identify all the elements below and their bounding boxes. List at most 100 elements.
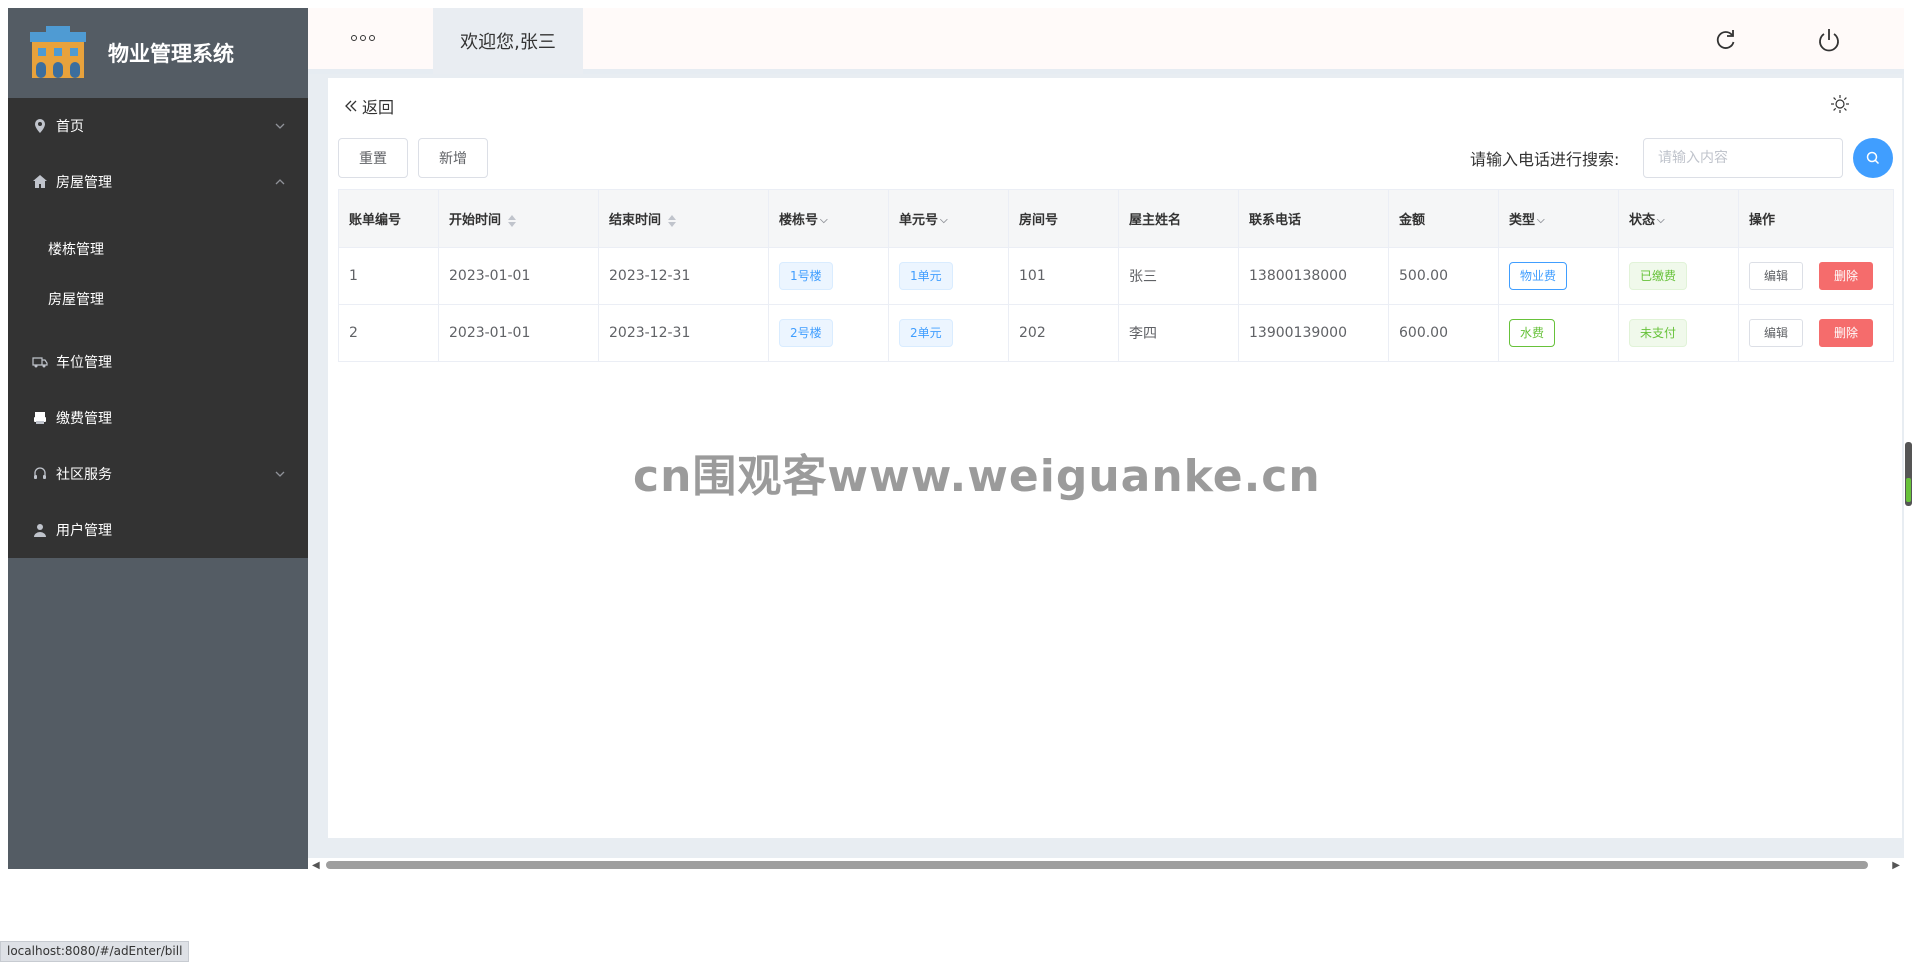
filter-chevron-icon[interactable]: ⌵ bbox=[940, 215, 948, 226]
cell-status: 未支付 bbox=[1618, 304, 1739, 362]
cell-amount: 600.00 bbox=[1388, 304, 1499, 362]
status-badge: 未支付 bbox=[1629, 319, 1688, 347]
col-phone: 联系电话 bbox=[1238, 189, 1389, 248]
edit-button[interactable]: 编辑 bbox=[1749, 319, 1804, 347]
sidebar-item-label: 车位管理 bbox=[56, 355, 112, 371]
reset-button[interactable]: 重置 bbox=[338, 138, 408, 178]
sidebar-item-payment[interactable]: 缴费管理 bbox=[8, 390, 308, 446]
unit-tag: 1单元 bbox=[899, 262, 953, 290]
watermark: cn围观客www.weiguanke.cn bbox=[633, 451, 1321, 502]
scroll-left-arrow-icon[interactable]: ◀ bbox=[312, 860, 320, 871]
filter-chevron-icon[interactable]: ⌵ bbox=[820, 215, 828, 226]
col-unit[interactable]: 单元号 ⌵ bbox=[888, 189, 1009, 248]
top-header: 欢迎您,张三 bbox=[308, 8, 1904, 74]
col-actions: 操作 bbox=[1738, 189, 1894, 248]
add-button[interactable]: 新增 bbox=[418, 138, 488, 178]
table-row: 2 2023-01-01 2023-12-31 2号楼 2单元 202 李四 1… bbox=[338, 304, 1894, 362]
filter-chevron-icon[interactable]: ⌵ bbox=[1537, 215, 1545, 226]
cell-status: 已缴费 bbox=[1618, 247, 1739, 305]
type-tag: 物业费 bbox=[1509, 262, 1568, 290]
col-bill-id: 账单编号 bbox=[338, 189, 439, 248]
delete-button[interactable]: 删除 bbox=[1819, 262, 1874, 290]
type-tag: 水费 bbox=[1509, 319, 1556, 347]
cell-amount: 500.00 bbox=[1388, 247, 1499, 305]
building-tag: 1号楼 bbox=[779, 262, 833, 290]
table-row: 1 2023-01-01 2023-12-31 1号楼 1单元 101 张三 1… bbox=[338, 247, 1894, 305]
search-label: 请输入电话进行搜索: bbox=[1470, 150, 1620, 169]
sidebar: 物业管理系统 首页 房屋管理 楼栋管理 房屋管理 车位管理 缴费管理 社区服务 bbox=[8, 8, 308, 869]
horizontal-scrollbar[interactable]: ◀ ▶ bbox=[308, 858, 1904, 872]
cell-start: 2023-01-01 bbox=[438, 304, 599, 362]
cell-actions: 编辑 删除 bbox=[1738, 304, 1894, 362]
cell-building: 1号楼 bbox=[768, 247, 889, 305]
building-logo-icon bbox=[30, 26, 86, 78]
sidebar-menu: 首页 房屋管理 楼栋管理 房屋管理 车位管理 缴费管理 社区服务 用户管理 bbox=[8, 98, 308, 558]
filter-chevron-icon[interactable]: ⌵ bbox=[1657, 215, 1665, 226]
sidebar-item-label: 房屋管理 bbox=[56, 175, 112, 191]
col-building[interactable]: 楼栋号 ⌵ bbox=[768, 189, 889, 248]
cell-type: 物业费 bbox=[1498, 247, 1619, 305]
cell-start: 2023-01-01 bbox=[438, 247, 599, 305]
home-icon bbox=[33, 175, 47, 188]
building-tag: 2号楼 bbox=[779, 319, 833, 347]
sidebar-item-label: 首页 bbox=[56, 119, 84, 135]
welcome-tab[interactable]: 欢迎您,张三 bbox=[433, 8, 583, 74]
cell-end: 2023-12-31 bbox=[598, 304, 769, 362]
cell-building: 2号楼 bbox=[768, 304, 889, 362]
cell-unit: 2单元 bbox=[888, 304, 1009, 362]
col-end-time[interactable]: 结束时间 bbox=[598, 189, 769, 248]
user-icon bbox=[34, 524, 46, 537]
printer-icon bbox=[34, 412, 46, 424]
cell-bill-id: 1 bbox=[338, 247, 439, 305]
cell-bill-id: 2 bbox=[338, 304, 439, 362]
scroll-right-arrow-icon[interactable]: ▶ bbox=[1892, 860, 1900, 871]
sidebar-item-parking[interactable]: 车位管理 bbox=[8, 334, 308, 390]
sort-icon[interactable] bbox=[507, 214, 517, 228]
chevron-down-icon bbox=[275, 123, 285, 129]
col-owner: 屋主姓名 bbox=[1118, 189, 1239, 248]
more-dots-icon[interactable] bbox=[348, 28, 378, 48]
refresh-icon[interactable] bbox=[1711, 26, 1739, 54]
truck-icon bbox=[32, 357, 48, 368]
cell-owner: 李四 bbox=[1118, 304, 1239, 362]
power-icon[interactable] bbox=[1815, 26, 1843, 54]
housing-submenu: 楼栋管理 房屋管理 bbox=[8, 210, 308, 334]
search-icon bbox=[1866, 151, 1880, 165]
search-button[interactable] bbox=[1853, 138, 1893, 178]
logo: 物业管理系统 bbox=[8, 8, 308, 98]
sidebar-item-community[interactable]: 社区服务 bbox=[8, 446, 308, 502]
col-start-time[interactable]: 开始时间 bbox=[438, 189, 599, 248]
delete-button[interactable]: 删除 bbox=[1819, 319, 1874, 347]
sort-icon[interactable] bbox=[667, 214, 677, 228]
location-pin-icon bbox=[35, 119, 45, 133]
chevron-up-icon bbox=[275, 179, 285, 185]
sidebar-item-label: 缴费管理 bbox=[56, 411, 112, 427]
back-button[interactable]: 返回 bbox=[344, 94, 394, 118]
sidebar-item-housing[interactable]: 房屋管理 bbox=[8, 154, 308, 210]
scrollbar-thumb[interactable] bbox=[326, 861, 1868, 869]
sidebar-item-home[interactable]: 首页 bbox=[8, 98, 308, 154]
edit-button[interactable]: 编辑 bbox=[1749, 262, 1804, 290]
col-amount: 金额 bbox=[1388, 189, 1499, 248]
table-header-row: 账单编号 开始时间 结束时间 楼栋号 ⌵ 单元号 ⌵ 房间号 屋主姓名 联系电话 金… bbox=[338, 189, 1894, 248]
side-scroll-indicator[interactable] bbox=[1905, 442, 1912, 506]
col-status[interactable]: 状态 ⌵ bbox=[1618, 189, 1739, 248]
col-room: 房间号 bbox=[1008, 189, 1119, 248]
bill-table: 账单编号 开始时间 结束时间 楼栋号 ⌵ 单元号 ⌵ 房间号 屋主姓名 联系电话 金… bbox=[338, 189, 1894, 362]
unit-tag: 2单元 bbox=[899, 319, 953, 347]
sidebar-subitem-building[interactable]: 楼栋管理 bbox=[8, 224, 308, 274]
sidebar-item-users[interactable]: 用户管理 bbox=[8, 502, 308, 558]
cell-end: 2023-12-31 bbox=[598, 247, 769, 305]
browser-status-url: localhost:8080/#/adEnter/bill bbox=[0, 941, 190, 962]
sun-icon[interactable] bbox=[1830, 94, 1850, 114]
search-input[interactable] bbox=[1643, 138, 1843, 178]
cell-room: 101 bbox=[1008, 247, 1119, 305]
back-label: 返回 bbox=[362, 98, 395, 117]
sidebar-subitem-house[interactable]: 房屋管理 bbox=[8, 274, 308, 324]
cell-phone: 13900139000 bbox=[1238, 304, 1389, 362]
cell-type: 水费 bbox=[1498, 304, 1619, 362]
chevron-down-icon bbox=[275, 471, 285, 477]
col-type[interactable]: 类型 ⌵ bbox=[1498, 189, 1619, 248]
double-chevron-left-icon bbox=[345, 100, 357, 112]
sidebar-item-label: 社区服务 bbox=[56, 467, 112, 483]
